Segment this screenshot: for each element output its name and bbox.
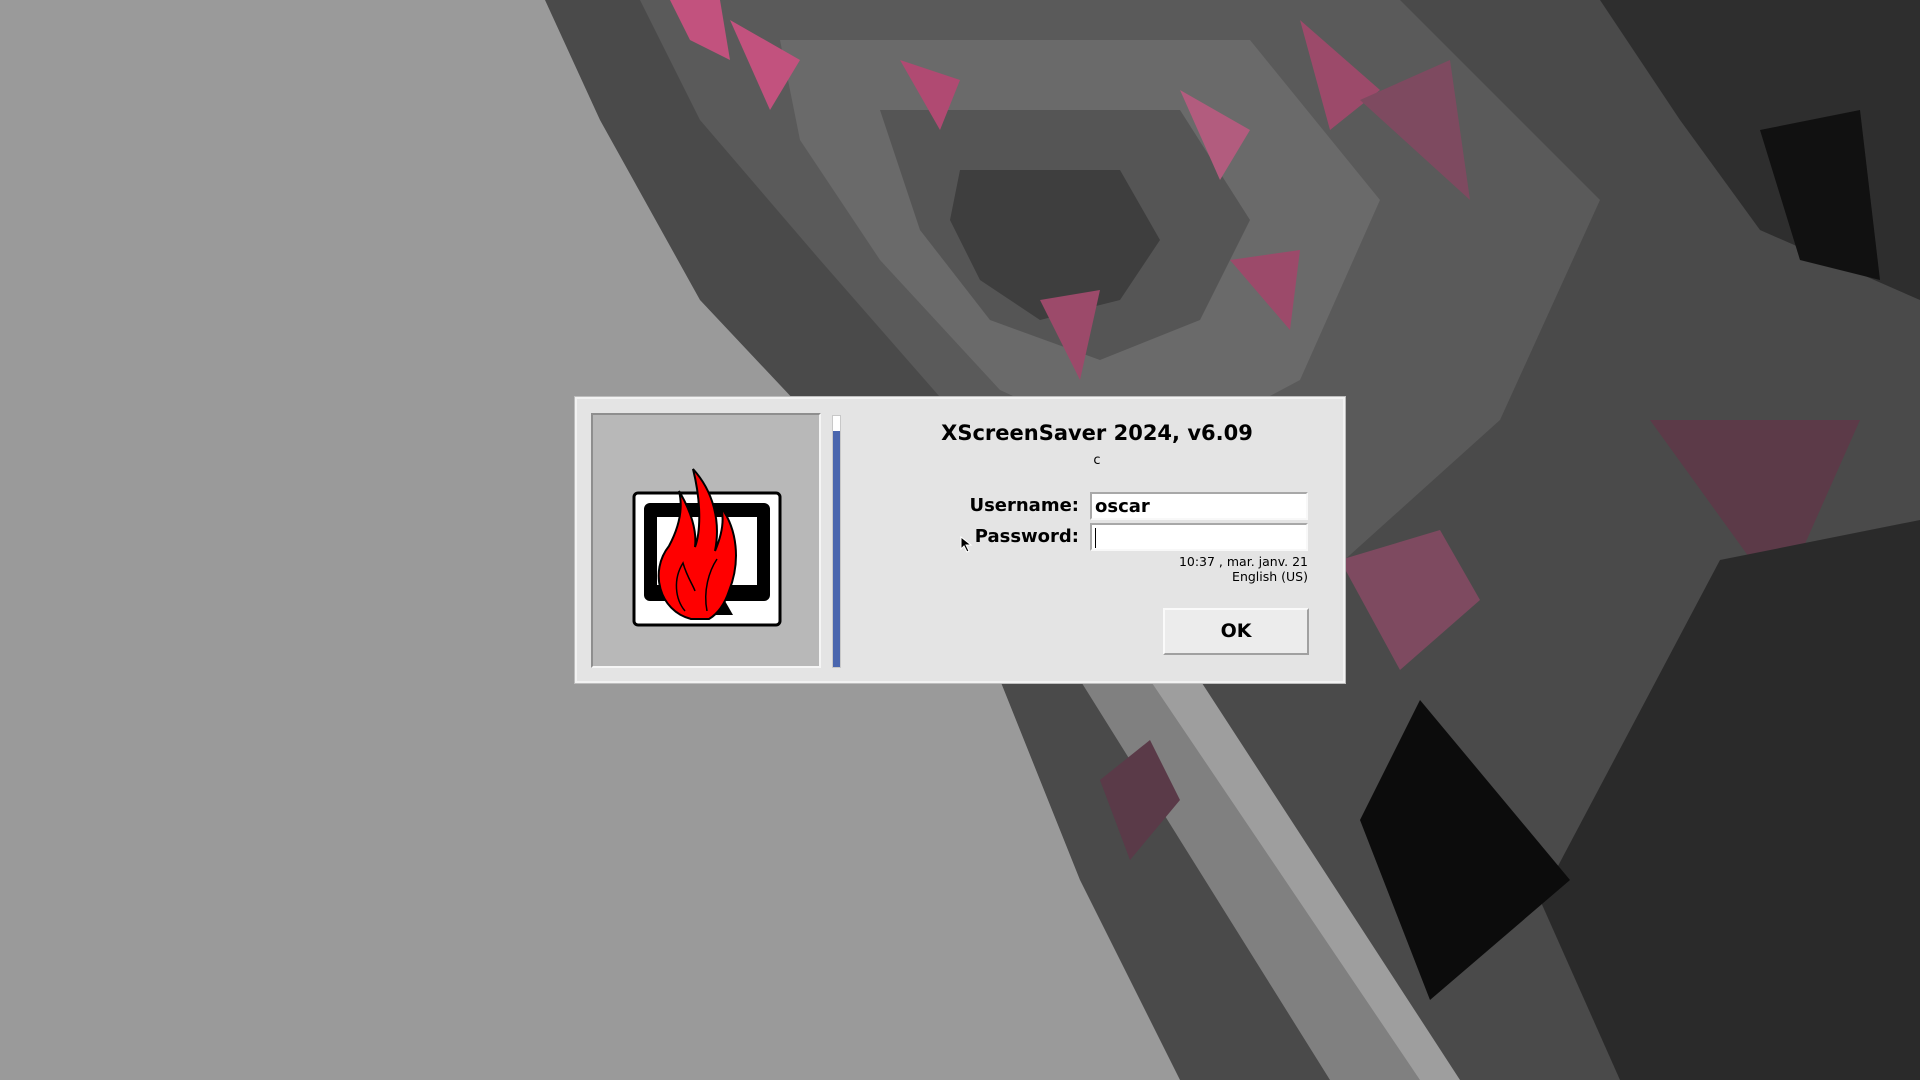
username-label: Username: xyxy=(969,495,1079,516)
datetime-text: 10:37 , mar. janv. 21 xyxy=(1178,554,1308,569)
logo-panel xyxy=(591,413,821,668)
username-field[interactable]: oscar xyxy=(1090,492,1308,520)
ok-button[interactable]: OK xyxy=(1163,608,1309,655)
dialog-subtitle: c xyxy=(1093,453,1101,468)
keyboard-layout-text: English (US) xyxy=(1232,569,1308,584)
countdown-bar xyxy=(832,415,841,668)
xscreensaver-logo-icon xyxy=(632,468,782,627)
text-caret xyxy=(1095,528,1096,548)
mouse-pointer-icon xyxy=(960,536,973,553)
dialog-title: XScreenSaver 2024, v6.09 xyxy=(941,421,1253,445)
countdown-bar-fill xyxy=(833,431,840,667)
password-field[interactable] xyxy=(1090,523,1308,551)
